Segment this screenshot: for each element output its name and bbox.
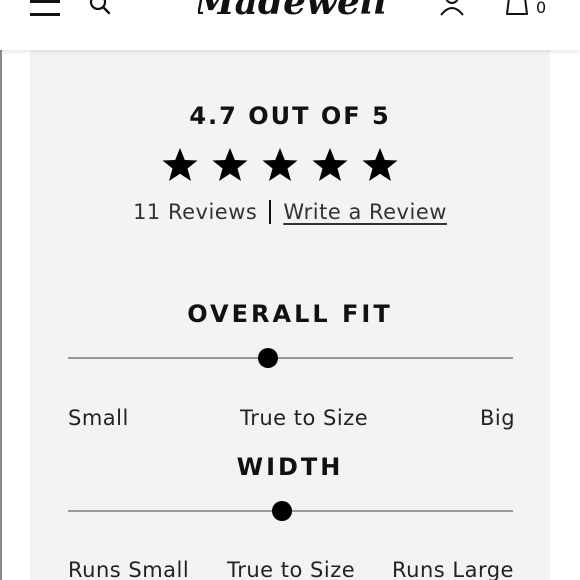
reviews-page: Madewell 0 4.7 OUT OF 5 11 Reviews Write … <box>0 0 580 580</box>
reviews-line: 11 Reviews Write a Review <box>0 200 580 224</box>
width-slider-marker <box>271 501 292 521</box>
menu-icon[interactable] <box>30 0 62 18</box>
fit-label-big: Big <box>480 406 516 430</box>
star-icon <box>212 148 248 181</box>
cart-count: 0 <box>536 0 547 17</box>
star-icon <box>262 148 298 181</box>
star-rating <box>161 146 401 186</box>
width-label-true-to-size: True to Size <box>227 558 356 580</box>
width-title: WIDTH <box>236 453 344 481</box>
left-edge-border <box>0 0 2 580</box>
write-review-link[interactable]: Write a Review <box>283 200 447 224</box>
site-header: Madewell 0 <box>0 0 580 50</box>
star-icon <box>162 148 198 181</box>
user-icon[interactable] <box>438 0 466 16</box>
rating-summary-heading: 4.7 OUT OF 5 <box>189 102 391 130</box>
overall-fit-title: OVERALL FIT <box>187 300 393 328</box>
shopping-bag-icon[interactable] <box>505 0 529 16</box>
fit-label-small: Small <box>68 406 129 430</box>
width-label-runs-large: Runs Large <box>392 558 514 580</box>
star-icon <box>312 148 348 181</box>
madewell-logo[interactable]: Madewell <box>198 0 384 30</box>
fit-label-true-to-size: True to Size <box>240 406 369 430</box>
divider <box>269 200 272 224</box>
review-count: 11 Reviews <box>133 200 258 224</box>
brand-wordmark: Madewell <box>198 0 384 23</box>
star-icon <box>362 148 398 181</box>
overall-fit-slider-track <box>68 357 513 359</box>
width-label-runs-small: Runs Small <box>68 558 190 580</box>
search-icon[interactable] <box>88 0 112 16</box>
